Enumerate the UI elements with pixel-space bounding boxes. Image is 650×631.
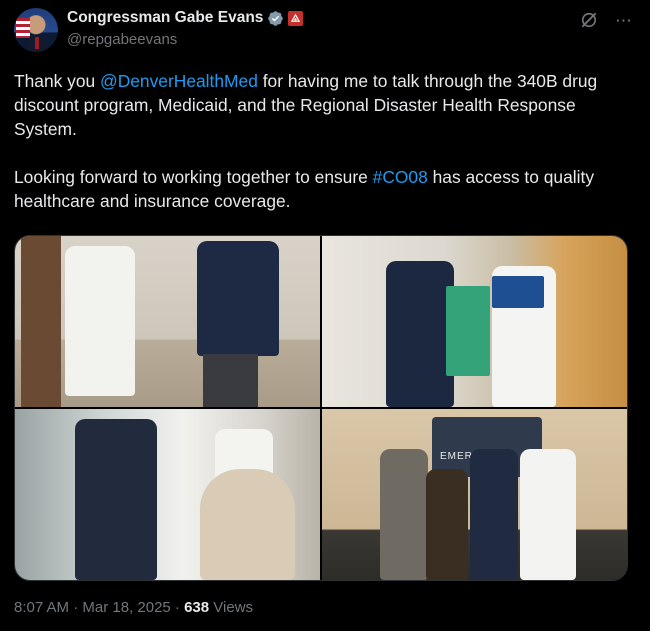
photo-person-jacket <box>200 469 295 580</box>
tweet-footer: 8:07 AM · Mar 18, 2025 · 638 Views <box>14 599 253 616</box>
author-handle[interactable]: @repgabeevans <box>67 31 177 48</box>
verified-badge-icon <box>268 10 284 26</box>
text-segment: Thank you <box>14 71 101 91</box>
photo-4[interactable]: EMERGENCY <box>322 409 627 580</box>
author-display-name[interactable]: Congressman Gabe Evans <box>67 9 263 27</box>
grok-icon[interactable] <box>579 10 599 30</box>
text-segment: Looking forward to working together to e… <box>14 167 373 187</box>
photo-person-patterned <box>426 469 468 580</box>
avatar[interactable] <box>14 8 58 52</box>
government-badge-icon <box>288 10 304 26</box>
tweet-paragraph-1: Thank you @DenverHealthMed for having me… <box>14 69 634 141</box>
media-grid: EMERGENCY <box>14 235 628 581</box>
author-name-row: Congressman Gabe Evans <box>67 9 304 27</box>
photo-3[interactable] <box>15 409 320 580</box>
photo-person-legs <box>203 354 258 407</box>
views-count: 638 <box>184 599 210 616</box>
avatar-flag <box>16 18 30 38</box>
mention-link[interactable]: @DenverHealthMed <box>100 71 258 91</box>
more-icon[interactable]: ⋯ <box>615 12 632 29</box>
tweet-paragraph-2: Looking forward to working together to e… <box>14 165 634 213</box>
hashtag-link[interactable]: #CO08 <box>373 167 428 187</box>
photo-person-suit <box>470 449 518 580</box>
tweet-text: Thank you @DenverHealthMed for having me… <box>14 69 634 213</box>
photo-person-coat <box>65 246 135 396</box>
gov-seal-glyph <box>291 13 301 22</box>
tweet: Congressman Gabe Evans @repgabeevans ⋯ T… <box>0 0 650 631</box>
photo-monitor <box>492 276 544 308</box>
photo-person-suit <box>75 419 157 580</box>
photo-cart <box>446 286 490 376</box>
photo-person-suit <box>197 241 279 356</box>
views-label: Views <box>209 599 254 616</box>
avatar-tie <box>35 37 39 49</box>
photo-person-coat <box>520 449 576 580</box>
photo-person-suit <box>386 261 454 407</box>
top-actions: ⋯ <box>579 10 632 30</box>
photo-person-blazer <box>380 449 428 580</box>
photo-2[interactable] <box>322 236 627 407</box>
photo-door <box>21 236 61 407</box>
photo-1[interactable] <box>15 236 320 407</box>
timestamp[interactable]: 8:07 AM · Mar 18, 2025 · <box>14 599 184 616</box>
